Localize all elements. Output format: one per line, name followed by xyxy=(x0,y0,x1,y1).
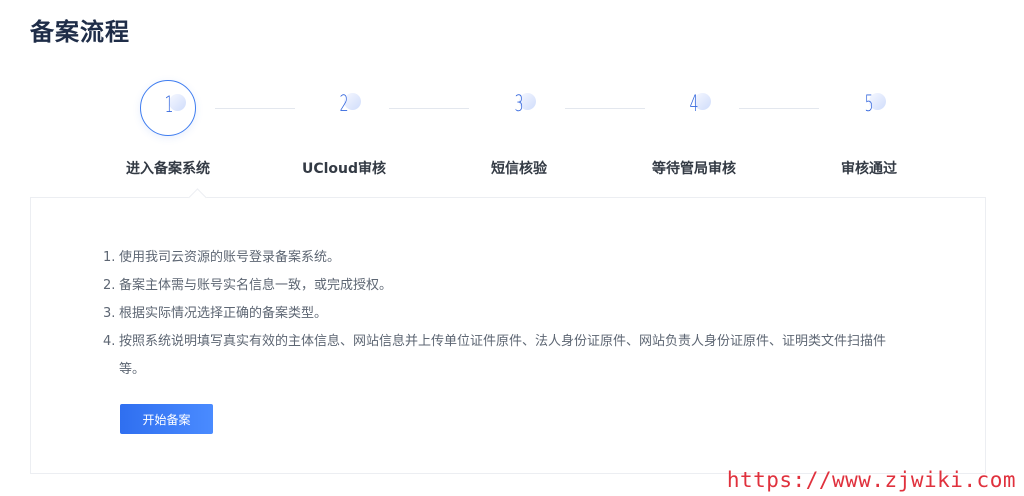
watermark-text: https://www.zjwiki.com xyxy=(726,468,1016,492)
panel-pointer xyxy=(188,188,207,207)
step-1[interactable]: 1 进入备案系统 xyxy=(88,80,248,178)
list-item-number: 4. xyxy=(103,334,116,349)
step-2[interactable]: 2 UCloud审核 xyxy=(264,80,424,178)
step-circle: 5 xyxy=(841,80,897,136)
step-circle: 1 xyxy=(140,80,196,136)
list-item: 3. 根据实际情况选择正确的备案类型。 xyxy=(103,300,903,328)
step-number: 4 xyxy=(689,92,699,117)
step-number: 3 xyxy=(514,92,524,117)
step-label: UCloud审核 xyxy=(301,161,387,177)
step-content-panel: 1. 使用我司云资源的账号登录备案系统。 2. 备案主体需与账号实名信息一致，或… xyxy=(30,188,986,474)
step-circle: 2 xyxy=(316,80,372,136)
list-item-number: 3. xyxy=(103,306,116,321)
list-item: 1. 使用我司云资源的账号登录备案系统。 xyxy=(103,244,903,272)
step-label: 等待管局审核 xyxy=(652,161,736,177)
page-title: 备案流程 xyxy=(30,18,130,46)
page: 备案流程 1 进入备案系统 2 UCloud审核 3 短信核验 4 等待管局审核… xyxy=(0,0,1024,496)
list-item-text: 按照系统说明填写真实有效的主体信息、网站信息并上传单位证件原件、法人身份证原件、… xyxy=(119,334,887,377)
start-filing-button[interactable]: 开始备案 xyxy=(120,404,213,434)
step-3[interactable]: 3 短信核验 xyxy=(439,80,599,178)
step-number: 2 xyxy=(339,92,349,117)
step-circle: 3 xyxy=(491,80,547,136)
step-4[interactable]: 4 等待管局审核 xyxy=(614,80,774,178)
step-number: 5 xyxy=(864,92,874,117)
steps-progress: 1 进入备案系统 2 UCloud审核 3 短信核验 4 等待管局审核 5 审核… xyxy=(0,80,1024,190)
list-item-text: 根据实际情况选择正确的备案类型。 xyxy=(119,306,328,321)
step-label: 审核通过 xyxy=(841,161,897,177)
list-item-text: 备案主体需与账号实名信息一致，或完成授权。 xyxy=(119,278,393,293)
step-number: 1 xyxy=(164,93,174,118)
list-item: 4. 按照系统说明填写真实有效的主体信息、网站信息并上传单位证件原件、法人身份证… xyxy=(103,328,903,384)
step-circle: 4 xyxy=(666,80,722,136)
step-label: 进入备案系统 xyxy=(126,161,210,177)
list-item-number: 2. xyxy=(103,278,116,293)
instruction-list: 1. 使用我司云资源的账号登录备案系统。 2. 备案主体需与账号实名信息一致，或… xyxy=(103,244,903,384)
list-item-number: 1. xyxy=(103,250,116,265)
list-item: 2. 备案主体需与账号实名信息一致，或完成授权。 xyxy=(103,272,903,300)
step-5[interactable]: 5 审核通过 xyxy=(789,80,949,178)
list-item-text: 使用我司云资源的账号登录备案系统。 xyxy=(119,250,341,265)
step-label: 短信核验 xyxy=(491,161,547,177)
